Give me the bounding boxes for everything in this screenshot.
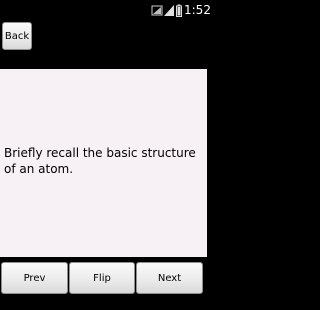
prev-button[interactable]: Prev (1, 262, 68, 294)
flip-button[interactable]: Flip (69, 262, 135, 294)
status-bar: 1:52 (0, 0, 211, 21)
signal-icon (164, 5, 174, 16)
battery-icon (176, 4, 182, 17)
status-time: 1:52 (184, 3, 211, 17)
flashcard-text: Briefly recall the basic structure of an… (4, 146, 196, 176)
flashcard[interactable]: Briefly recall the basic structure of an… (0, 69, 207, 257)
wifi-icon (151, 5, 163, 16)
back-button[interactable]: Back (2, 22, 32, 50)
next-button[interactable]: Next (136, 262, 203, 294)
